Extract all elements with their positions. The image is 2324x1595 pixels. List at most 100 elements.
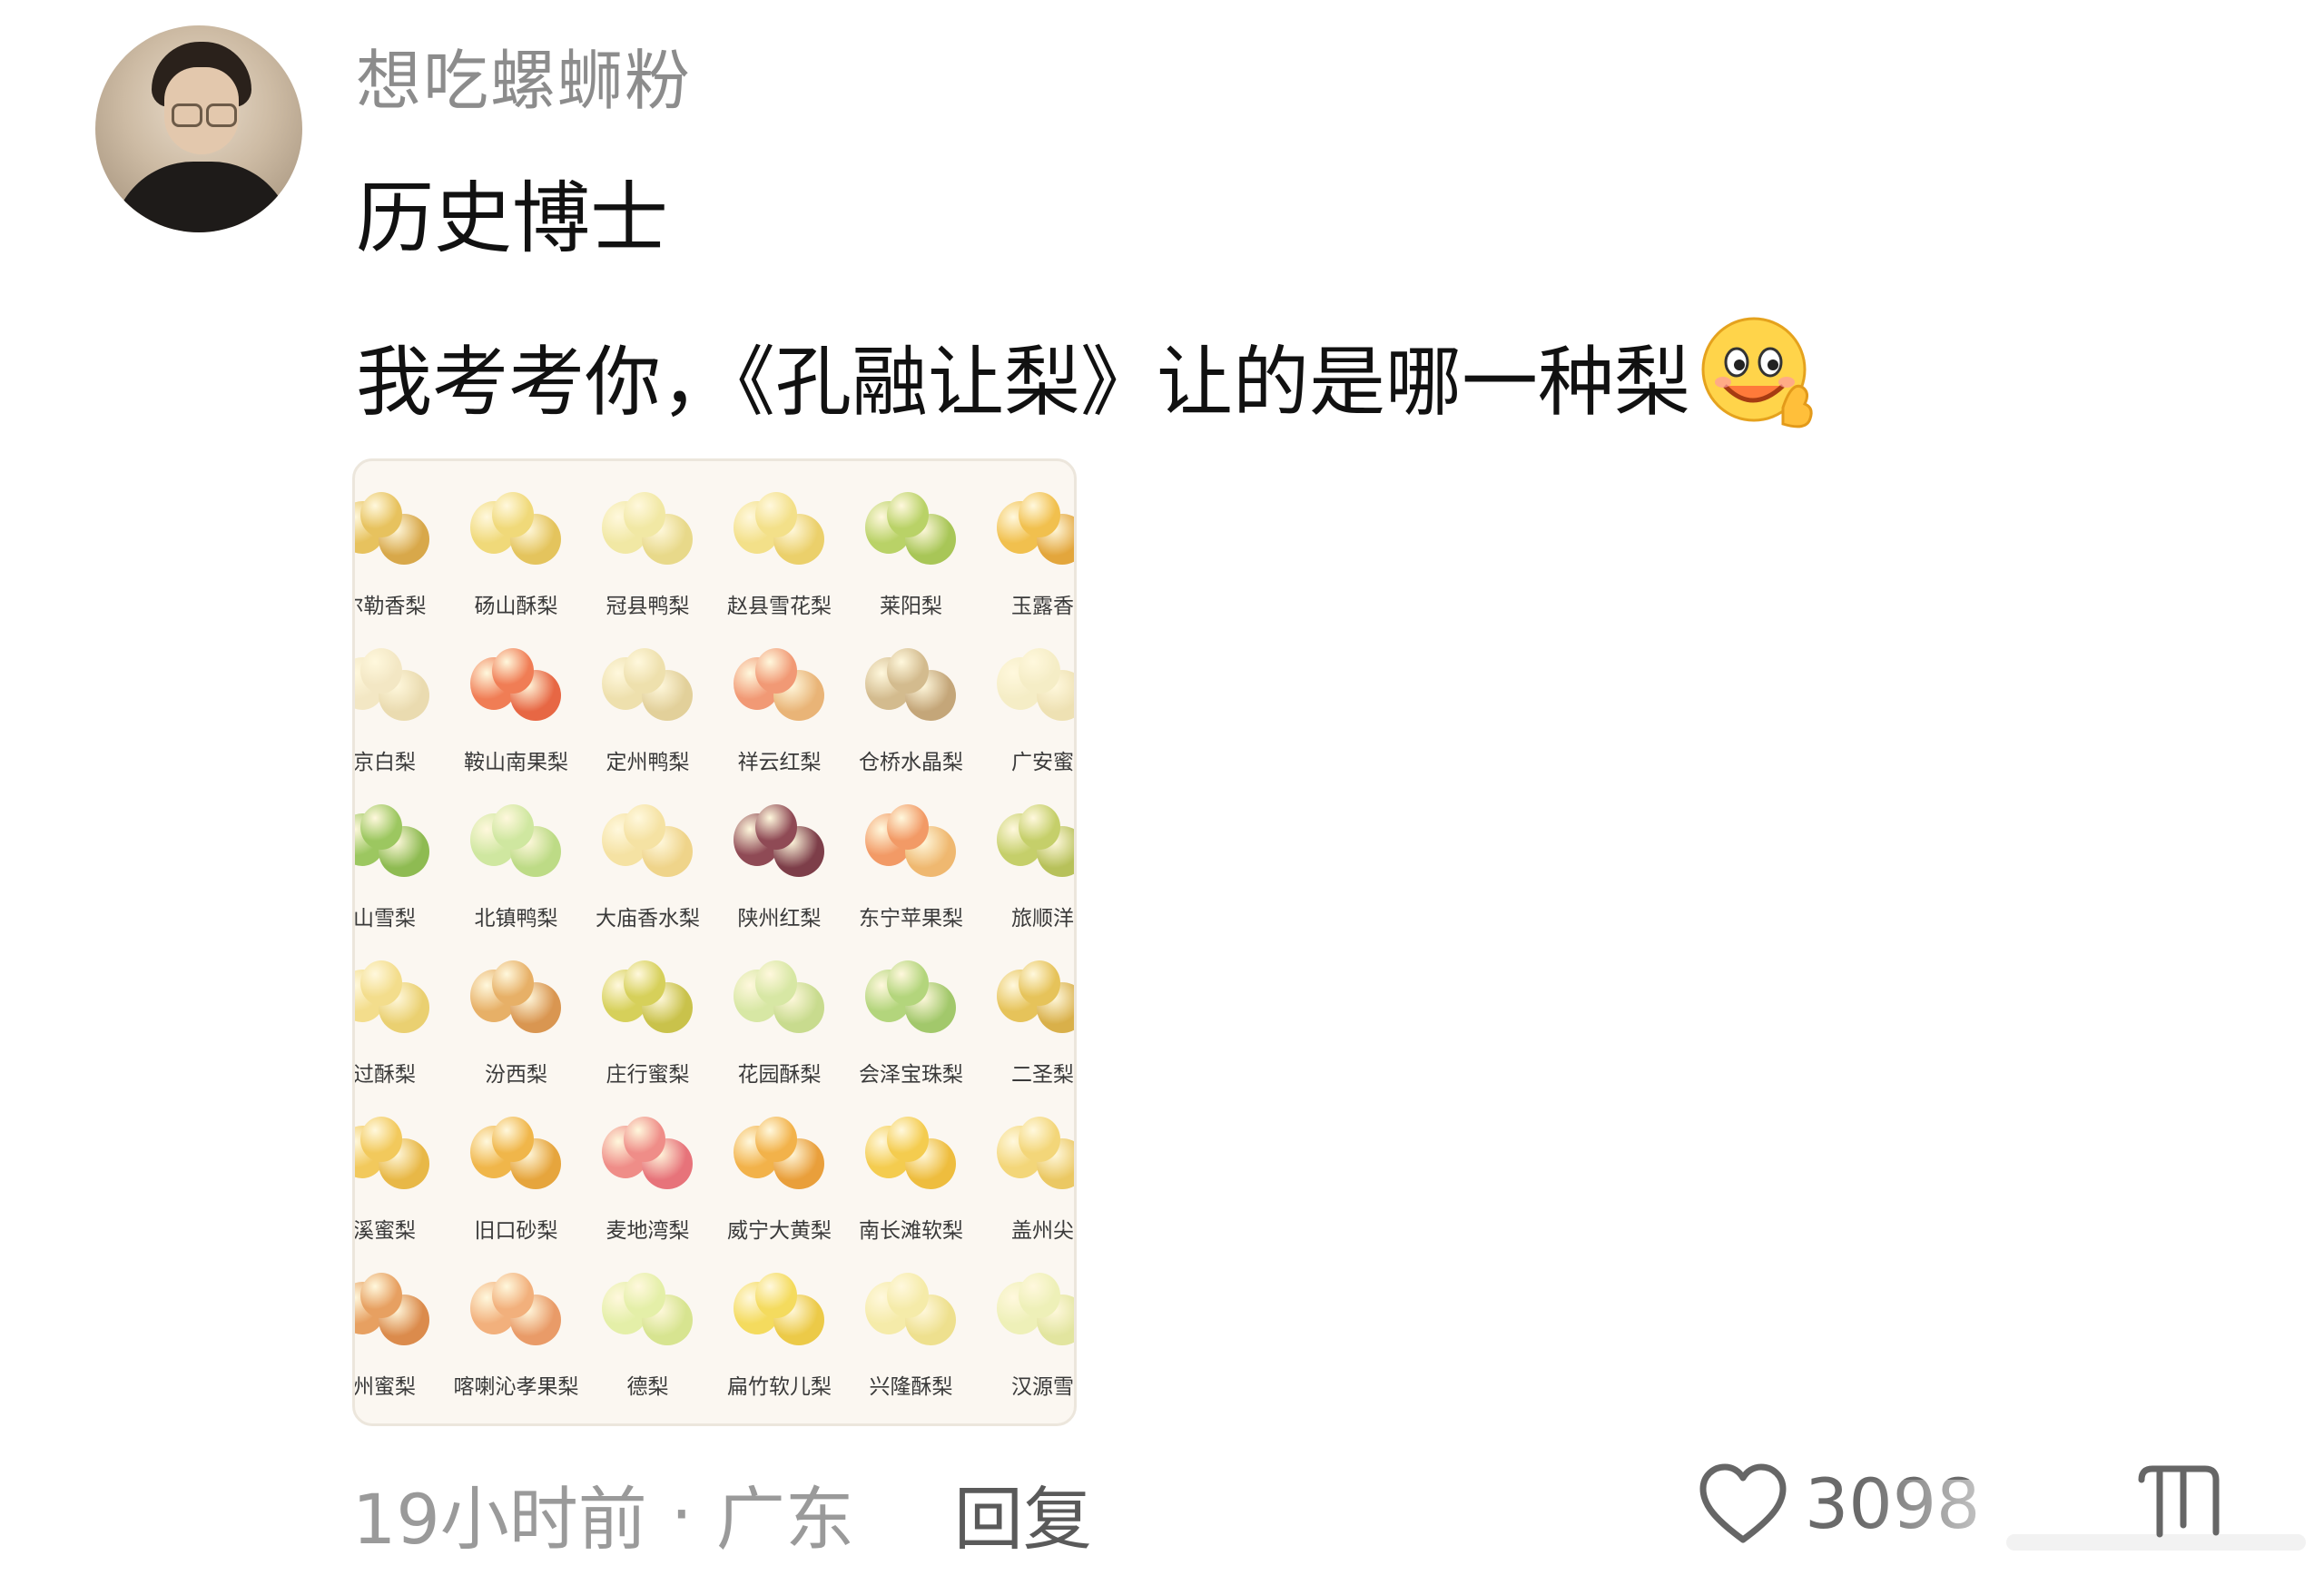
comment-text-line2: 我考考你，《孔融让梨》让的是哪一种梨 (356, 337, 1691, 427)
pear-label: 汾西梨 (485, 1063, 547, 1087)
pear-fruit (1019, 960, 1060, 1006)
pear-label: 二圣梨 (1011, 1063, 1074, 1087)
pear-cell: 仓桥水晶梨 (845, 634, 977, 790)
pear-cell: 广安蜜 (977, 634, 1074, 790)
pear-fruit (360, 960, 402, 1006)
pear-cell: 玉露香 (977, 478, 1074, 634)
pear-cell: 汾西梨 (450, 946, 582, 1102)
pear-label: 广安蜜 (1011, 751, 1074, 774)
pear-cell: 兴隆酥梨 (845, 1258, 977, 1414)
comment-location: 广东 (715, 1479, 854, 1560)
pear-fruit (360, 492, 402, 537)
pear-label: 冠县鸭梨 (606, 595, 690, 618)
pear-cell: 山雪梨 (353, 790, 450, 946)
pear-label: 东宁苹果梨 (859, 907, 963, 930)
pear-fruit (887, 804, 929, 850)
pear-label: 麦地湾梨 (606, 1219, 690, 1243)
pear-cell: 京白梨 (353, 634, 450, 790)
pear-fruit (492, 960, 534, 1006)
pear-cell: 麦地湾梨 (582, 1102, 714, 1258)
pear-fruit (624, 804, 665, 850)
pear-label: 过酥梨 (353, 1063, 416, 1087)
pear-label: 德梨 (626, 1375, 669, 1399)
reply-button[interactable]: 回复 (954, 1463, 1092, 1563)
pear-fruit (887, 960, 929, 1006)
pear-cell: 尔勒香梨 (355, 478, 450, 634)
pear-cell: 州蜜梨 (353, 1258, 450, 1414)
pear-fruit (360, 1273, 402, 1318)
pear-fruit (624, 1273, 665, 1318)
pear-cell: 砀山酥梨 (450, 478, 582, 634)
pear-cell: 赵县雪花梨 (714, 478, 845, 634)
pear-fruit (755, 1273, 797, 1318)
pear-fruit (492, 648, 534, 694)
pear-fruit (755, 960, 797, 1006)
pear-fruit (624, 960, 665, 1006)
pear-fruit (1019, 804, 1060, 850)
meta-separator: · (670, 1472, 693, 1554)
pear-label: 兴隆酥梨 (869, 1375, 953, 1399)
pear-cell: 祥云红梨 (714, 634, 845, 790)
pear-varieties-image[interactable]: 尔勒香梨 砀山酥梨 冠县鸭梨 赵县雪花梨 莱阳梨 玉露香京白梨 鞍山南果梨 定州鸭梨 祥云红梨 仓… (352, 458, 1077, 1426)
pear-cell: 德梨 (582, 1258, 714, 1414)
fade-overlay (1861, 1480, 2315, 1580)
pear-label: 南长滩软梨 (859, 1219, 963, 1243)
heart-outline-icon (1698, 1462, 1788, 1545)
pear-cell: 莱阳梨 (845, 478, 977, 634)
comment-time: 19小时前 (352, 1479, 647, 1560)
pear-cell: 鞍山南果梨 (450, 634, 582, 790)
pear-fruit (755, 648, 797, 694)
pear-cell: 冠县鸭梨 (582, 478, 714, 634)
pear-fruit (887, 492, 929, 537)
pear-fruit (1019, 1117, 1060, 1162)
user-avatar[interactable] (95, 25, 302, 232)
pear-label: 庄行蜜梨 (606, 1063, 690, 1087)
pear-cell: 庄行蜜梨 (582, 946, 714, 1102)
pear-fruit (887, 1117, 929, 1162)
comment-text-line2-row: 我考考你，《孔融让梨》让的是哪一种梨 (356, 313, 1821, 438)
pear-label: 祥云红梨 (737, 751, 822, 774)
pear-label: 州蜜梨 (353, 1375, 416, 1399)
pear-cell: 盖州尖 (977, 1102, 1074, 1258)
pear-label: 玉露香 (1011, 595, 1074, 618)
pear-label: 会泽宝珠梨 (859, 1063, 963, 1087)
pear-label: 盖州尖 (1011, 1219, 1074, 1243)
pear-label: 山雪梨 (353, 907, 416, 930)
pear-fruit (492, 492, 534, 537)
pear-label: 京白梨 (353, 751, 416, 774)
pear-cell: 会泽宝珠梨 (845, 946, 977, 1102)
pear-label: 定州鸭梨 (606, 751, 690, 774)
pear-fruit (360, 648, 402, 694)
pear-label: 扁竹软儿梨 (727, 1375, 832, 1399)
pear-cell: 二圣梨 (977, 946, 1074, 1102)
pear-fruit (492, 804, 534, 850)
pear-fruit (360, 804, 402, 850)
pear-cell: 花园酥梨 (714, 946, 845, 1102)
pear-cell: 东宁苹果梨 (845, 790, 977, 946)
thumbs-down-outline-icon[interactable] (2129, 1462, 2229, 1552)
pear-label: 尔勒香梨 (355, 595, 427, 618)
pear-fruit (1019, 1273, 1060, 1318)
pear-label: 莱阳梨 (880, 595, 942, 618)
pear-fruit (1019, 492, 1060, 537)
pear-label: 威宁大黄梨 (727, 1219, 832, 1243)
pear-cell: 扁竹软儿梨 (714, 1258, 845, 1414)
pear-grid: 尔勒香梨 砀山酥梨 冠县鸭梨 赵县雪花梨 莱阳梨 玉露香京白梨 鞍山南果梨 定州鸭梨 祥云红梨 仓… (353, 478, 1074, 1414)
pear-cell: 喀喇沁孝果梨 (450, 1258, 582, 1414)
pear-label: 鞍山南果梨 (464, 751, 568, 774)
pear-label: 旧口砂梨 (474, 1219, 558, 1243)
grin-wink-emoji-icon (1696, 313, 1821, 438)
pear-fruit (887, 648, 929, 694)
comment-text-line1: 历史博士 (356, 173, 668, 264)
username[interactable]: 想吃螺蛳粉 (356, 27, 692, 123)
pear-fruit (755, 492, 797, 537)
comment-meta: 19小时前 · 广东 回复 (352, 1463, 1092, 1563)
pear-cell: 威宁大黄梨 (714, 1102, 845, 1258)
pear-cell: 定州鸭梨 (582, 634, 714, 790)
pear-label: 陕州红梨 (737, 907, 822, 930)
pear-cell: 过酥梨 (353, 946, 450, 1102)
pear-fruit (492, 1273, 534, 1318)
pear-label: 大庙香水梨 (596, 907, 700, 930)
pear-label: 仓桥水晶梨 (859, 751, 963, 774)
pear-fruit (755, 1117, 797, 1162)
